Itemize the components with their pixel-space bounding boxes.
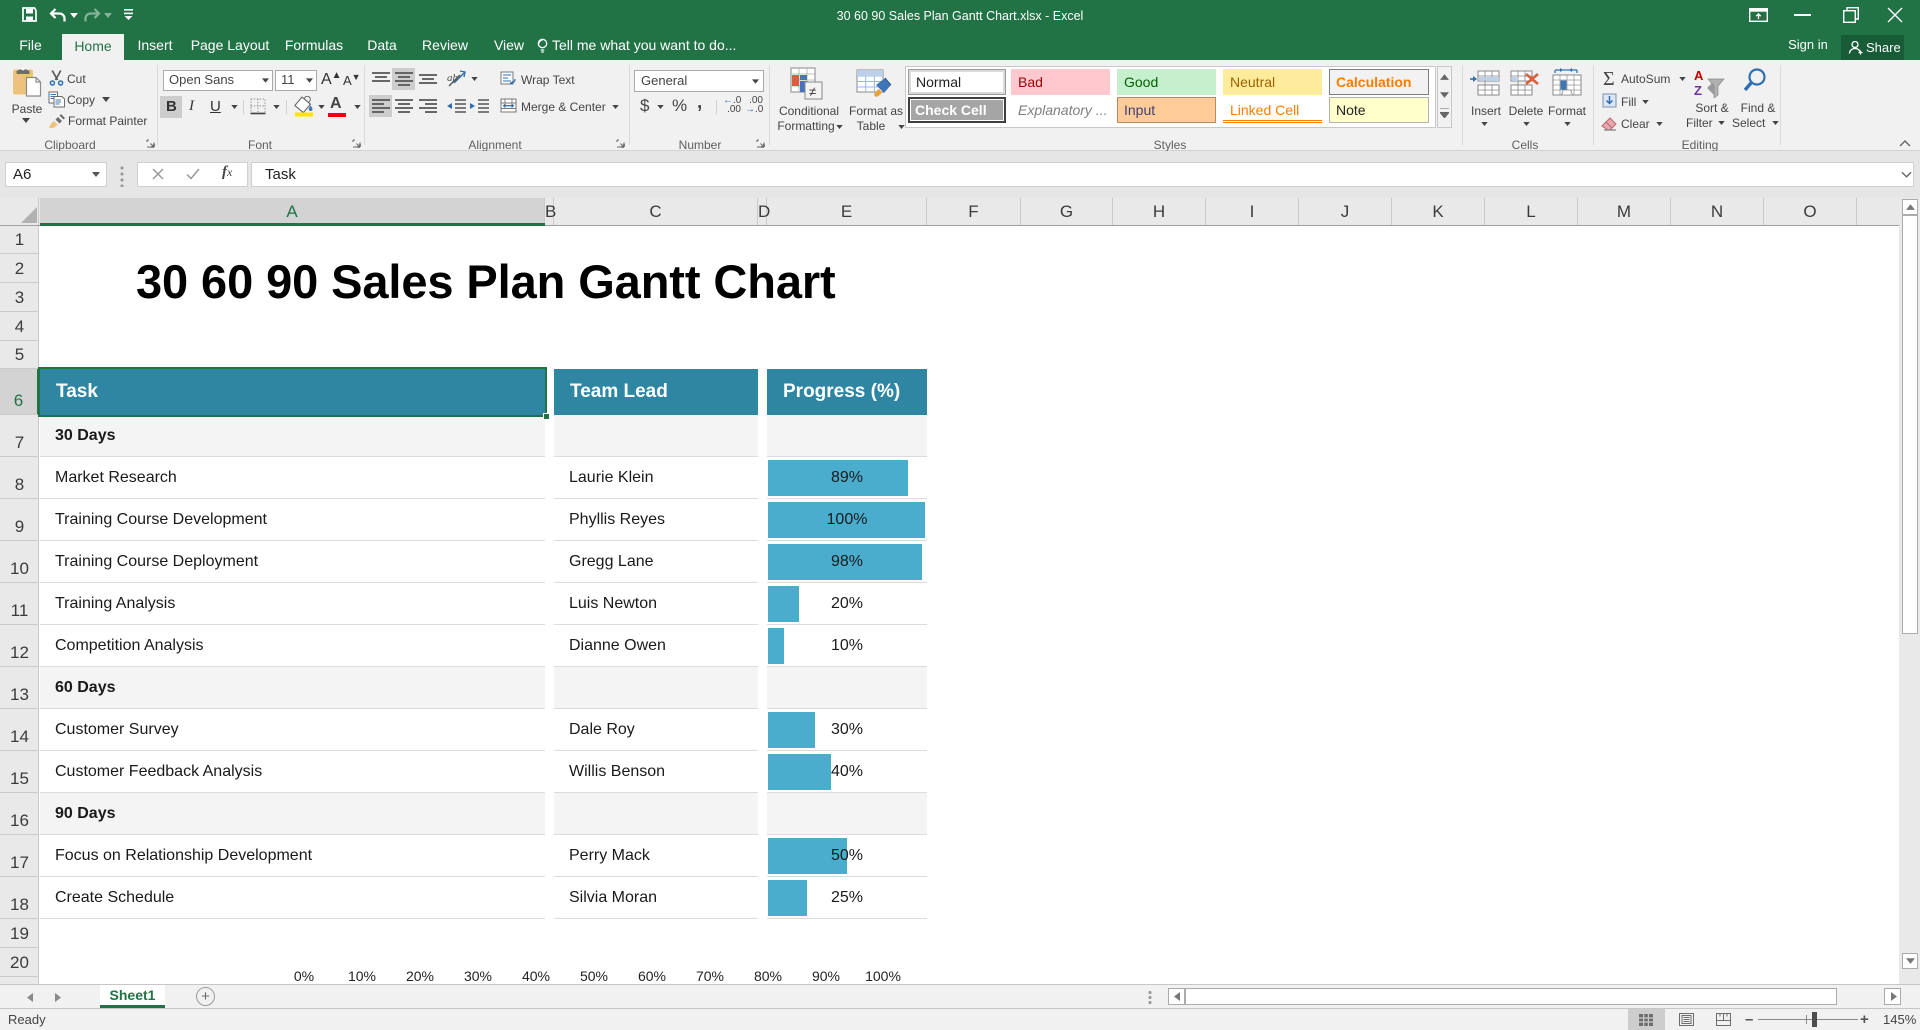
svg-text:ab: ab xyxy=(447,72,459,84)
svg-text:≠: ≠ xyxy=(809,84,816,99)
svg-text:A: A xyxy=(1694,68,1704,83)
svg-text:Z: Z xyxy=(1694,83,1702,98)
